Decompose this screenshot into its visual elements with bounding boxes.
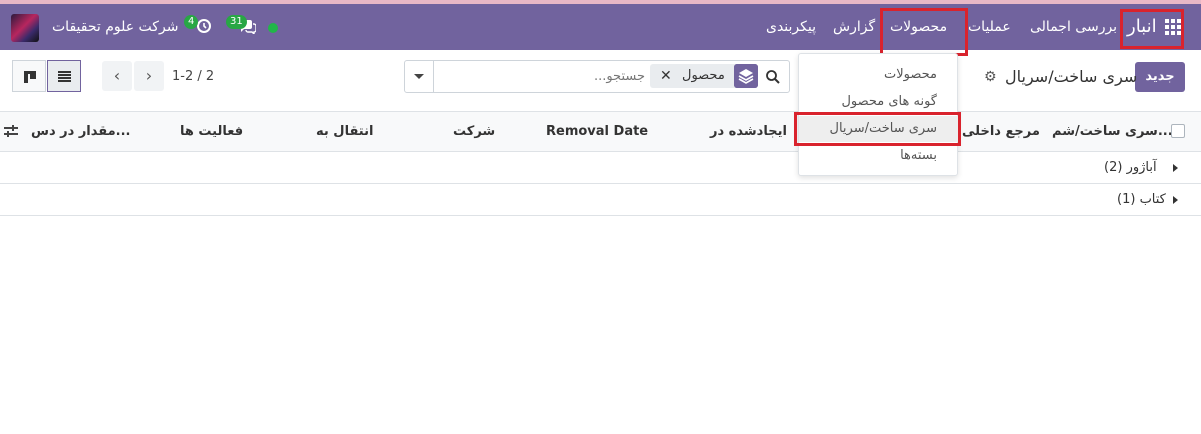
column-internal-ref[interactable]: مرجع داخلی: [962, 112, 1040, 152]
dropdown-item-products[interactable]: محصولات: [799, 62, 959, 88]
highlight-products-menu: [880, 8, 968, 56]
avatar[interactable]: [11, 14, 39, 42]
dropdown-item-packages[interactable]: بسته‌ها: [799, 143, 959, 169]
layers-icon: [734, 64, 758, 88]
column-company[interactable]: شرکت: [453, 112, 495, 152]
column-activities[interactable]: فعالیت ها: [180, 112, 243, 152]
page-title: سری ساخت/سریال: [1005, 67, 1138, 86]
column-quantity[interactable]: مقدار در دس...: [31, 112, 131, 152]
messages-badge: 31: [226, 15, 247, 29]
column-removal-date[interactable]: Removal Date: [546, 112, 648, 152]
column-lot-serial[interactable]: سری ساخت/شم...: [1052, 112, 1173, 152]
table-header: سری ساخت/شم... مرجع داخلی ایجادشده در Re…: [0, 111, 1201, 152]
column-transfer-to[interactable]: انتقال به: [316, 112, 373, 152]
group-row[interactable]: کتاب (1): [0, 184, 1201, 216]
menu-configuration[interactable]: پیکربندی: [766, 4, 816, 50]
kanban-view-icon[interactable]: [12, 60, 46, 92]
menu-operations[interactable]: عملیات: [968, 4, 1011, 50]
group-label: کتاب (1): [1117, 192, 1166, 207]
select-all-checkbox[interactable]: [1171, 124, 1185, 138]
search-input[interactable]: [445, 64, 645, 88]
new-button[interactable]: جدید: [1135, 62, 1185, 92]
facet-label: محصول: [682, 68, 725, 83]
pager-value[interactable]: 1-2 / 2: [172, 62, 214, 92]
highlight-lots-serials: [794, 112, 961, 146]
clock-icon[interactable]: [196, 18, 212, 34]
menu-reporting[interactable]: گزارش: [833, 4, 875, 50]
group-label: آباژور (2): [1104, 160, 1157, 175]
caret-right-icon: [1173, 164, 1178, 172]
column-created-on[interactable]: ایجادشده در: [710, 112, 787, 152]
company-name[interactable]: شرکت علوم تحقیقات: [52, 4, 178, 50]
chevron-left-icon[interactable]: ‹: [102, 61, 132, 91]
close-icon[interactable]: ✕: [660, 64, 672, 88]
menu-overview[interactable]: بررسی اجمالی: [1030, 4, 1117, 50]
list-view-icon[interactable]: [47, 60, 81, 92]
chevron-right-icon[interactable]: ›: [134, 61, 164, 91]
search-options-toggle[interactable]: [404, 60, 434, 93]
column-options-icon[interactable]: [4, 125, 18, 137]
search-icon[interactable]: [765, 69, 781, 85]
highlight-app-title: [1120, 9, 1184, 49]
gear-icon[interactable]: ⚙: [984, 70, 998, 84]
online-status-icon: [268, 23, 278, 33]
caret-right-icon: [1173, 196, 1178, 204]
main-navbar: انبار بررسی اجمالی عملیات محصولات گزارش …: [0, 4, 1201, 50]
group-row[interactable]: آباژور (2): [0, 152, 1201, 184]
